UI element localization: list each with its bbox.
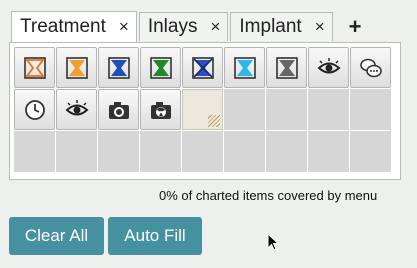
close-icon[interactable]: ×: [119, 17, 129, 37]
grid-button[interactable]: [98, 89, 139, 130]
coverage-status: 0% of charted items covered by menu: [159, 188, 378, 203]
tab-label: Inlays: [147, 16, 198, 37]
empty-grid-cell[interactable]: [308, 89, 349, 130]
tab-bar: Treatment × Inlays × Implant × +: [11, 11, 362, 42]
tooth-hourglass-cyan-icon: [232, 55, 258, 81]
eye-icon: [64, 97, 90, 123]
camera-radiation-icon: [148, 97, 174, 123]
empty-grid-cell[interactable]: [266, 89, 307, 130]
grid-button[interactable]: [14, 89, 55, 130]
grid-button[interactable]: [56, 89, 97, 130]
empty-grid-cell[interactable]: [308, 131, 349, 172]
grid-button[interactable]: [350, 47, 391, 88]
icon-grid: [14, 47, 391, 172]
grid-button[interactable]: [140, 89, 181, 130]
tab-implant[interactable]: Implant ×: [230, 12, 333, 41]
resize-corner-cell[interactable]: [182, 89, 223, 130]
mouse-cursor-icon: [267, 233, 279, 251]
tooth-hourglass-gray-icon: [274, 55, 300, 81]
empty-grid-cell[interactable]: [350, 89, 391, 130]
grid-button[interactable]: [98, 47, 139, 88]
empty-grid-cell[interactable]: [182, 131, 223, 172]
close-icon[interactable]: ×: [210, 17, 220, 37]
tab-panel: [9, 42, 401, 180]
clock-icon: [22, 97, 48, 123]
grid-button[interactable]: [266, 47, 307, 88]
empty-grid-cell[interactable]: [266, 131, 307, 172]
empty-grid-cell[interactable]: [98, 131, 139, 172]
tooth-hourglass-orange-outline-icon: [22, 55, 48, 81]
tab-treatment[interactable]: Treatment ×: [11, 11, 137, 42]
empty-grid-cell[interactable]: [350, 131, 391, 172]
resize-grip-icon[interactable]: [208, 115, 220, 127]
auto-fill-button[interactable]: Auto Fill: [108, 217, 202, 255]
eye-icon: [316, 55, 342, 81]
grid-button[interactable]: [140, 47, 181, 88]
tab-label: Treatment: [20, 16, 106, 37]
close-icon[interactable]: ×: [315, 17, 325, 37]
camera-icon: [106, 97, 132, 123]
empty-grid-cell[interactable]: [224, 89, 265, 130]
add-tab-button[interactable]: +: [349, 12, 362, 42]
tooth-hourglass-green-icon: [148, 55, 174, 81]
empty-grid-cell[interactable]: [56, 131, 97, 172]
grid-button[interactable]: [56, 47, 97, 88]
tab-inlays[interactable]: Inlays ×: [138, 12, 229, 41]
clear-all-button[interactable]: Clear All: [9, 217, 104, 255]
grid-button[interactable]: [14, 47, 55, 88]
tab-label: Implant: [239, 16, 302, 37]
empty-grid-cell[interactable]: [224, 131, 265, 172]
tooth-hourglass-blue-icon: [106, 55, 132, 81]
tooth-hourglass-orange-icon: [64, 55, 90, 81]
empty-grid-cell[interactable]: [14, 131, 55, 172]
grid-button[interactable]: [308, 47, 349, 88]
grid-button[interactable]: [182, 47, 223, 88]
tooth-hourglass-blue-x-icon: [190, 55, 216, 81]
grid-button[interactable]: [224, 47, 265, 88]
empty-grid-cell[interactable]: [140, 131, 181, 172]
chat-bubbles-icon: [358, 55, 384, 81]
